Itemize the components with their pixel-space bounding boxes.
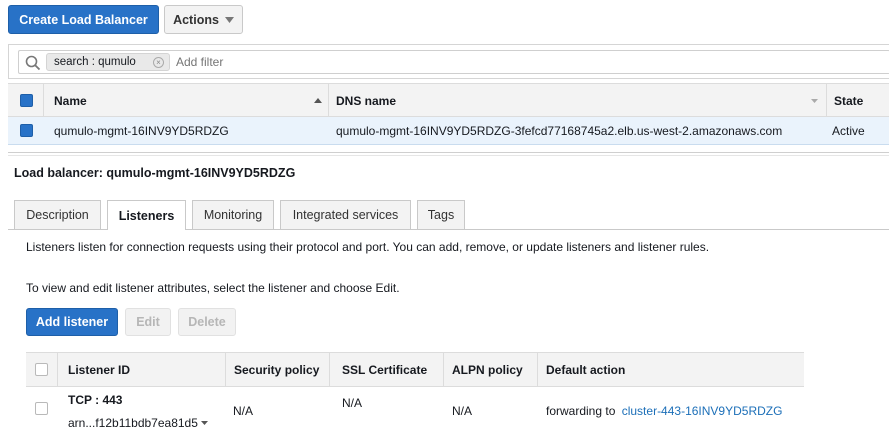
sort-ascending-icon[interactable] <box>314 98 322 103</box>
security-policy-cell: N/A <box>233 404 254 418</box>
listener-select-all-checkbox[interactable] <box>35 363 48 376</box>
add-filter-input[interactable] <box>176 54 476 70</box>
listener-row-checkbox[interactable] <box>35 402 48 415</box>
tab-tags[interactable]: Tags <box>417 200 465 229</box>
listener-table-header: Listener ID Security policy SSL Certific… <box>26 352 804 387</box>
lb-table-header: Name DNS name State <box>8 83 889 117</box>
default-action-cell: forwarding to cluster-443-16INV9YD5RDZG <box>546 404 782 418</box>
caret-down-icon <box>200 421 208 425</box>
details-heading: Load balancer: qumulo-mgmt-16INV9YD5RDZG <box>14 166 296 180</box>
listener-id-cell: TCP : 443 <box>68 393 123 407</box>
filter-bar[interactable]: search : qumulo × <box>8 44 889 79</box>
filter-token-label: search : qumulo <box>54 56 136 68</box>
lb-state-cell: Active <box>832 124 865 138</box>
remove-filter-icon[interactable]: × <box>153 57 164 68</box>
tab-listeners[interactable]: Listeners <box>107 200 186 230</box>
edit-button[interactable]: Edit <box>125 308 171 336</box>
actions-label: Actions <box>173 12 219 27</box>
default-action-column-header[interactable]: Default action <box>546 363 625 377</box>
search-icon <box>25 55 41 71</box>
row-checkbox[interactable] <box>20 124 33 137</box>
tab-integrated-services[interactable]: Integrated services <box>280 200 411 229</box>
ssl-certificate-cell: N/A <box>342 396 363 410</box>
listener-id-column-header[interactable]: Listener ID <box>68 363 130 377</box>
dns-column-header[interactable]: DNS name <box>336 94 396 108</box>
add-listener-button[interactable]: Add listener <box>26 308 118 336</box>
listeners-intro-text: Listeners listen for connection requests… <box>26 240 710 254</box>
filter-input-wrapper[interactable]: search : qumulo × <box>18 50 889 74</box>
table-row[interactable]: qumulo-mgmt-16INV9YD5RDZG qumulo-mgmt-16… <box>8 117 889 145</box>
ssl-certificate-column-header[interactable]: SSL Certificate <box>342 363 427 377</box>
actions-button[interactable]: Actions <box>164 5 243 34</box>
default-action-prefix: forwarding to <box>546 404 616 418</box>
listener-arn-cell[interactable]: arn...f12b11bdb7ea81d5 <box>68 416 208 430</box>
name-column-header[interactable]: Name <box>54 94 87 108</box>
security-policy-column-header[interactable]: Security policy <box>234 363 319 377</box>
caret-down-icon <box>224 16 234 23</box>
lb-name-cell: qumulo-mgmt-16INV9YD5RDZG <box>54 124 229 138</box>
tab-description[interactable]: Description <box>14 200 101 229</box>
filter-token[interactable]: search : qumulo × <box>46 53 170 71</box>
lb-dns-cell: qumulo-mgmt-16INV9YD5RDZG-3fefcd77168745… <box>336 124 783 138</box>
create-load-balancer-button[interactable]: Create Load Balancer <box>8 5 159 34</box>
pane-splitter[interactable] <box>8 152 889 156</box>
listener-row[interactable]: TCP : 443 arn...f12b11bdb7ea81d5 N/A N/A… <box>26 387 804 432</box>
alpn-policy-column-header[interactable]: ALPN policy <box>452 363 523 377</box>
listeners-edit-text: To view and edit listener attributes, se… <box>26 281 400 295</box>
tab-monitoring[interactable]: Monitoring <box>192 200 274 229</box>
sort-icon[interactable] <box>811 99 818 103</box>
select-all-checkbox[interactable] <box>20 94 33 107</box>
alpn-policy-cell: N/A <box>452 404 473 418</box>
state-column-header[interactable]: State <box>834 94 863 108</box>
delete-button[interactable]: Delete <box>178 308 236 336</box>
target-group-link[interactable]: cluster-443-16INV9YD5RDZG <box>622 404 783 418</box>
listener-arn-text: arn...f12b11bdb7ea81d5 <box>68 416 198 430</box>
